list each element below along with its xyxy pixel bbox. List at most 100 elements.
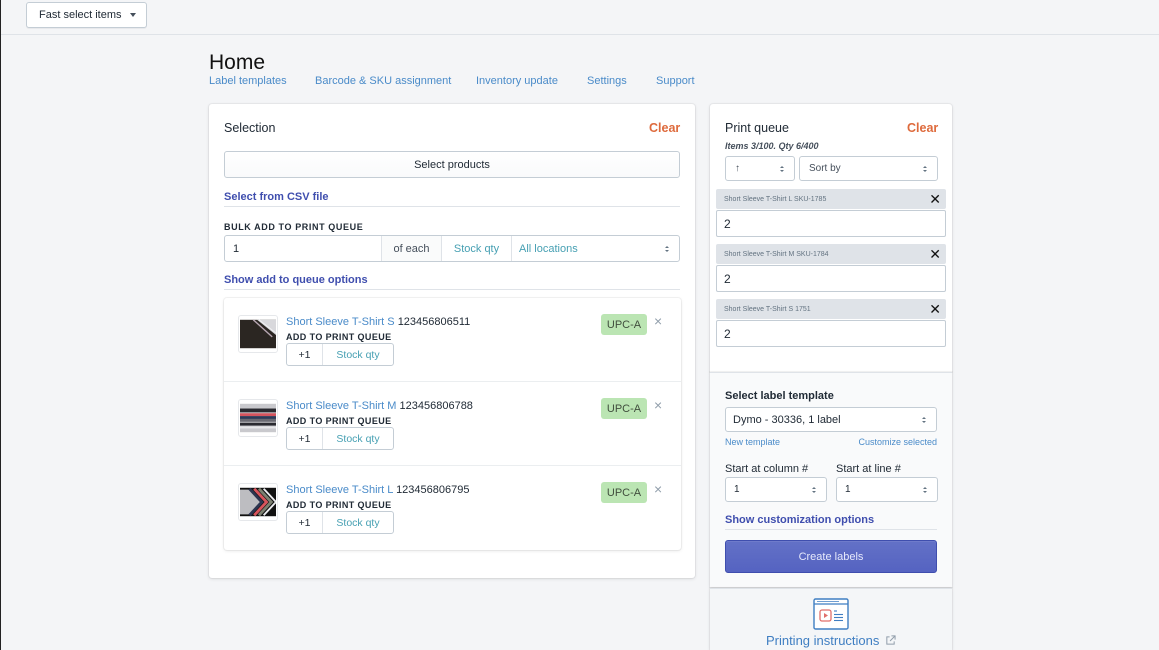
sort-by-select[interactable]: Sort by xyxy=(799,156,938,181)
fast-select-dropdown[interactable]: Fast select items xyxy=(26,2,147,28)
close-icon[interactable]: ✕ xyxy=(929,247,941,261)
queue-item-header: Short Sleeve T-Shirt L SKU-1785 ✕ xyxy=(716,189,946,209)
bulk-add-row: 1 of each Stock qty All locations xyxy=(224,235,680,262)
queue-item-header: Short Sleeve T-Shirt M SKU-1784 ✕ xyxy=(716,244,946,264)
fast-select-label: Fast select items xyxy=(39,9,122,21)
queue-item-qty-input[interactable]: 2 xyxy=(716,265,946,292)
tshirt-image-icon xyxy=(240,319,277,349)
queue-item-header: Short Sleeve T-Shirt S 1751 ✕ xyxy=(716,299,946,319)
show-customization-link[interactable]: Show customization options xyxy=(725,514,937,530)
product-barcode: 123456806788 xyxy=(399,400,473,412)
new-template-link[interactable]: New template xyxy=(725,437,780,447)
start-column-input[interactable]: 1 xyxy=(725,477,827,502)
barcode-type-badge: UPC-A xyxy=(601,314,647,335)
printing-instructions-label: Printing instructions xyxy=(765,633,880,648)
label-template-card: Select label template Dymo - 30336, 1 la… xyxy=(710,372,952,587)
product-name-link[interactable]: Short Sleeve T-Shirt L xyxy=(286,484,393,496)
queue-item-qty-value: 2 xyxy=(724,326,731,341)
page-title: Home xyxy=(209,51,266,74)
product-row: Short Sleeve T-Shirt L 123456806795 ADD … xyxy=(224,466,681,550)
sort-direction-value: ↑ xyxy=(735,163,740,174)
print-queue-title: Print queue xyxy=(725,121,789,135)
remove-product-icon[interactable]: × xyxy=(654,314,662,328)
stock-qty-button[interactable]: Stock qty xyxy=(323,428,393,449)
bulk-location-value: All locations xyxy=(519,242,578,255)
queue-summary: Items 3/100. Qty 6/400 xyxy=(725,141,819,151)
show-queue-options-link[interactable]: Show add to queue options xyxy=(224,274,680,290)
add-to-queue-buttons: +1 Stock qty xyxy=(286,427,394,450)
nav-label-templates[interactable]: Label templates xyxy=(209,75,287,87)
start-column-value: 1 xyxy=(734,484,740,495)
queue-item-qty-value: 2 xyxy=(724,271,731,286)
barcode-type-badge: UPC-A xyxy=(601,398,647,419)
stock-qty-button[interactable]: Stock qty xyxy=(323,344,393,365)
nav-inventory-update[interactable]: Inventory update xyxy=(476,75,558,87)
add-to-queue-label: ADD TO PRINT QUEUE xyxy=(286,416,392,426)
select-products-button[interactable]: Select products xyxy=(224,151,680,178)
show-queue-options-label: Show add to queue options xyxy=(224,274,368,286)
top-bar: Fast select items xyxy=(1,0,1159,35)
queue-item-label: Short Sleeve T-Shirt S 1751 xyxy=(724,305,811,313)
external-link-icon xyxy=(886,635,896,645)
bulk-location-select[interactable]: All locations xyxy=(512,236,679,261)
print-queue-card: Print queue Clear Items 3/100. Qty 6/400… xyxy=(710,104,952,372)
selection-title: Selection xyxy=(224,121,276,135)
product-name-link[interactable]: Short Sleeve T-Shirt S xyxy=(286,316,395,328)
product-list: Short Sleeve T-Shirt S 123456806511 ADD … xyxy=(224,298,681,550)
plus-one-button[interactable]: +1 xyxy=(287,428,323,449)
bulk-qty-input[interactable]: 1 xyxy=(225,236,382,261)
select-arrows-icon xyxy=(780,165,784,172)
select-arrows-icon xyxy=(922,416,926,423)
label-template-select[interactable]: Dymo - 30336, 1 label xyxy=(725,407,937,432)
add-to-queue-buttons: +1 Stock qty xyxy=(286,511,394,534)
bulk-add-label: BULK ADD TO PRINT QUEUE xyxy=(224,222,364,232)
selection-clear-link[interactable]: Clear xyxy=(649,121,680,135)
product-thumbnail xyxy=(238,315,278,353)
stepper-arrows-icon xyxy=(812,486,816,493)
customize-selected-link[interactable]: Customize selected xyxy=(858,437,937,447)
plus-one-button[interactable]: +1 xyxy=(287,512,323,533)
nav-settings[interactable]: Settings xyxy=(587,75,627,87)
product-row: Short Sleeve T-Shirt S 123456806511 ADD … xyxy=(224,298,681,382)
select-arrows-icon xyxy=(923,165,927,172)
queue-item-qty-input[interactable]: 2 xyxy=(716,320,946,347)
selection-card: Selection Clear Select products Select f… xyxy=(209,104,695,578)
printing-help-card: Printing instructions xyxy=(710,588,952,650)
product-thumbnail xyxy=(238,399,278,437)
barcode-type-badge: UPC-A xyxy=(601,482,647,503)
remove-product-icon[interactable]: × xyxy=(654,482,662,496)
plus-one-button[interactable]: +1 xyxy=(287,344,323,365)
product-name-line: Short Sleeve T-Shirt L 123456806795 xyxy=(286,484,469,496)
queue-clear-link[interactable]: Clear xyxy=(907,121,938,135)
stock-qty-button[interactable]: Stock qty xyxy=(323,512,393,533)
nav-barcode-sku[interactable]: Barcode & SKU assignment xyxy=(315,75,451,87)
product-name-link[interactable]: Short Sleeve T-Shirt M xyxy=(286,400,396,412)
product-barcode: 123456806795 xyxy=(396,484,470,496)
select-arrows-icon xyxy=(665,245,669,252)
stepper-arrows-icon xyxy=(923,486,927,493)
remove-product-icon[interactable]: × xyxy=(654,398,662,412)
sort-direction-select[interactable]: ↑ xyxy=(725,156,795,181)
caret-down-icon xyxy=(129,13,136,17)
video-tutorial-icon xyxy=(813,598,849,630)
bulk-of-each-button[interactable]: of each xyxy=(382,236,442,261)
start-column-label: Start at column # xyxy=(725,463,809,475)
select-products-label: Select products xyxy=(414,158,490,171)
queue-item-qty-value: 2 xyxy=(724,216,731,231)
close-icon[interactable]: ✕ xyxy=(929,192,941,206)
queue-item-label: Short Sleeve T-Shirt L SKU-1785 xyxy=(724,195,827,203)
queue-item-label: Short Sleeve T-Shirt M SKU-1784 xyxy=(724,250,829,258)
product-thumbnail xyxy=(238,483,278,521)
printing-instructions-link[interactable]: Printing instructions xyxy=(710,633,952,648)
bulk-stock-qty-button[interactable]: Stock qty xyxy=(442,236,512,261)
label-template-title: Select label template xyxy=(725,390,834,402)
product-name-line: Short Sleeve T-Shirt S 123456806511 xyxy=(286,316,470,328)
select-csv-link[interactable]: Select from CSV file xyxy=(224,191,680,207)
start-line-value: 1 xyxy=(845,484,851,495)
create-labels-button[interactable]: Create labels xyxy=(725,540,937,573)
nav-support[interactable]: Support xyxy=(656,75,695,87)
close-icon[interactable]: ✕ xyxy=(929,302,941,316)
queue-item-qty-input[interactable]: 2 xyxy=(716,210,946,237)
tshirt-image-icon xyxy=(240,487,278,517)
start-line-input[interactable]: 1 xyxy=(836,477,938,502)
